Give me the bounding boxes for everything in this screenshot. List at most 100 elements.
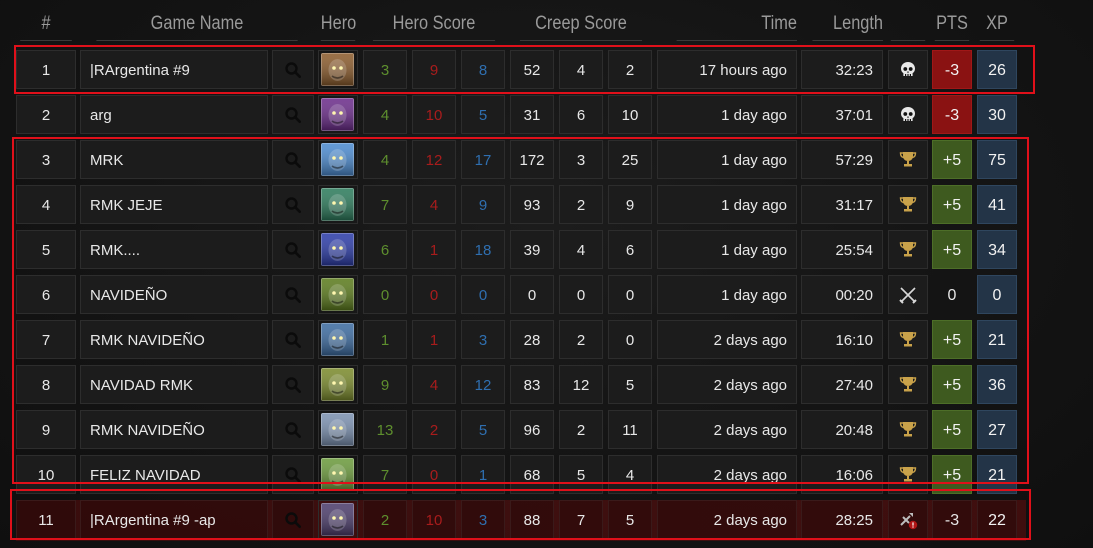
game-name-cell[interactable]: RMK NAVIDEÑO [80,320,268,359]
search-game-button[interactable] [272,365,314,404]
result-cell [888,455,928,494]
hero-deaths-cell: 0 [412,455,456,494]
game-name-cell[interactable]: FELIZ NAVIDAD [80,455,268,494]
result-cell [888,140,928,179]
result-cell [888,185,928,224]
length-cell: 20:48 [801,410,883,449]
creep-neutrals-cell: 4 [608,455,652,494]
creep-kills-cell: 52 [510,50,554,89]
hero-kills-cell: 3 [363,50,407,89]
creep-neutrals-cell: 10 [608,95,652,134]
search-game-button[interactable] [272,95,314,134]
creep-kills-cell: 39 [510,230,554,269]
hero-kills-cell: 2 [363,500,407,539]
time-cell: 1 day ago [657,230,797,269]
pts-badge: -3 [932,95,972,134]
hero-portrait [318,230,358,269]
rank-cell: 7 [16,320,76,359]
creep-denies-cell: 2 [559,320,603,359]
hero-kills-cell: 6 [363,230,407,269]
length-cell: 57:29 [801,140,883,179]
game-name-cell[interactable]: RMK NAVIDEÑO [80,410,268,449]
creep-denies-cell: 2 [559,410,603,449]
search-icon [284,196,302,214]
time-cell: 1 day ago [657,140,797,179]
time-cell: 2 days ago [657,365,797,404]
creep-denies-cell: 4 [559,230,603,269]
pts-badge: +5 [932,410,972,449]
table-row[interactable]: 5 RMK.... 6 1 18 39 4 6 1 day ago 25:54 +5 34 [0,230,1093,271]
hero-assists-cell: 3 [461,500,505,539]
hero-assists-cell: 12 [461,365,505,404]
creep-neutrals-cell: 5 [608,365,652,404]
crossed-swords-icon [898,285,918,305]
result-cell [888,320,928,359]
length-cell: 27:40 [801,365,883,404]
hero-portrait [318,185,358,224]
search-game-button[interactable] [272,320,314,359]
pts-badge: 0 [947,287,957,304]
creep-neutrals-cell: 9 [608,185,652,224]
game-name-cell[interactable]: MRK [80,140,268,179]
length-cell: 16:06 [801,455,883,494]
trophy-icon [898,330,918,350]
pts-badge: -3 [932,50,972,89]
result-cell [888,50,928,89]
search-icon [284,241,302,259]
length-cell: 16:10 [801,320,883,359]
game-name-cell[interactable]: arg [80,95,268,134]
table-row[interactable]: 4 RMK JEJE 7 4 9 93 2 9 1 day ago 31:17 +5 41 [0,185,1093,226]
hero-kills-cell: 7 [363,455,407,494]
game-name-cell[interactable]: RMK JEJE [80,185,268,224]
game-name-cell[interactable]: NAVIDAD RMK [80,365,268,404]
hero-portrait [318,95,358,134]
hero-deaths-cell: 2 [412,410,456,449]
search-game-button[interactable] [272,140,314,179]
table-row[interactable]: 10 FELIZ NAVIDAD 7 0 1 68 5 4 2 days ago 16:06 +5 2… [0,455,1093,496]
hero-assists-cell: 9 [461,185,505,224]
creep-neutrals-cell: 0 [608,275,652,314]
hero-kills-cell: 7 [363,185,407,224]
pts-badge: +5 [932,185,972,224]
game-name-cell[interactable]: |RArgentina #9 [80,50,268,89]
trophy-icon [898,375,918,395]
time-cell: 2 days ago [657,320,797,359]
search-game-button[interactable] [272,185,314,224]
table-row[interactable]: 11 |RArgentina #9 -ap 2 10 3 88 7 5 2 days ago 28… [0,500,1093,541]
hero-deaths-cell: 10 [412,95,456,134]
game-name-cell[interactable]: |RArgentina #9 -ap [80,500,268,539]
creep-denies-cell: 12 [559,365,603,404]
game-name-cell[interactable]: NAVIDEÑO [80,275,268,314]
result-cell [888,275,928,314]
search-game-button[interactable] [272,230,314,269]
time-cell: 17 hours ago [657,50,797,89]
creep-kills-cell: 28 [510,320,554,359]
xp-badge: 27 [977,410,1017,449]
table-row[interactable]: 7 RMK NAVIDEÑO 1 1 3 28 2 0 2 days ago 16:10 +5 21 [0,320,1093,361]
hero-assists-cell: 18 [461,230,505,269]
table-row[interactable]: 6 NAVIDEÑO 0 0 0 0 0 0 1 day ago 00:20 0 0 [0,275,1093,316]
xp-badge: 26 [977,50,1017,89]
creep-kills-cell: 172 [510,140,554,179]
creep-kills-cell: 83 [510,365,554,404]
hero-portrait [318,500,358,539]
search-game-button[interactable] [272,275,314,314]
table-row[interactable]: 3 MRK 4 12 17 172 3 25 1 day ago 57:29 +5 75 [0,140,1093,181]
table-row[interactable]: 2 arg 4 10 5 31 6 10 1 day ago 37:01 -3 30 [0,95,1093,136]
hero-assists-cell: 1 [461,455,505,494]
time-cell: 2 days ago [657,500,797,539]
search-game-button[interactable] [272,500,314,539]
table-row[interactable]: 8 NAVIDAD RMK 9 4 12 83 12 5 2 days ago 27:40 +5 36 [0,365,1093,406]
search-game-button[interactable] [272,410,314,449]
xp-badge: 0 [977,275,1017,314]
search-game-button[interactable] [272,50,314,89]
table-row[interactable]: 1 |RArgentina #9 3 9 8 52 4 2 17 hours ago 32:23 -… [0,50,1093,91]
length-cell: 28:25 [801,500,883,539]
rank-cell: 8 [16,365,76,404]
hero-deaths-cell: 1 [412,230,456,269]
search-game-button[interactable] [272,455,314,494]
rank-cell: 10 [16,455,76,494]
xp-badge: 34 [977,230,1017,269]
table-row[interactable]: 9 RMK NAVIDEÑO 13 2 5 96 2 11 2 days ago 20:48 +5 2… [0,410,1093,451]
game-name-cell[interactable]: RMK.... [80,230,268,269]
